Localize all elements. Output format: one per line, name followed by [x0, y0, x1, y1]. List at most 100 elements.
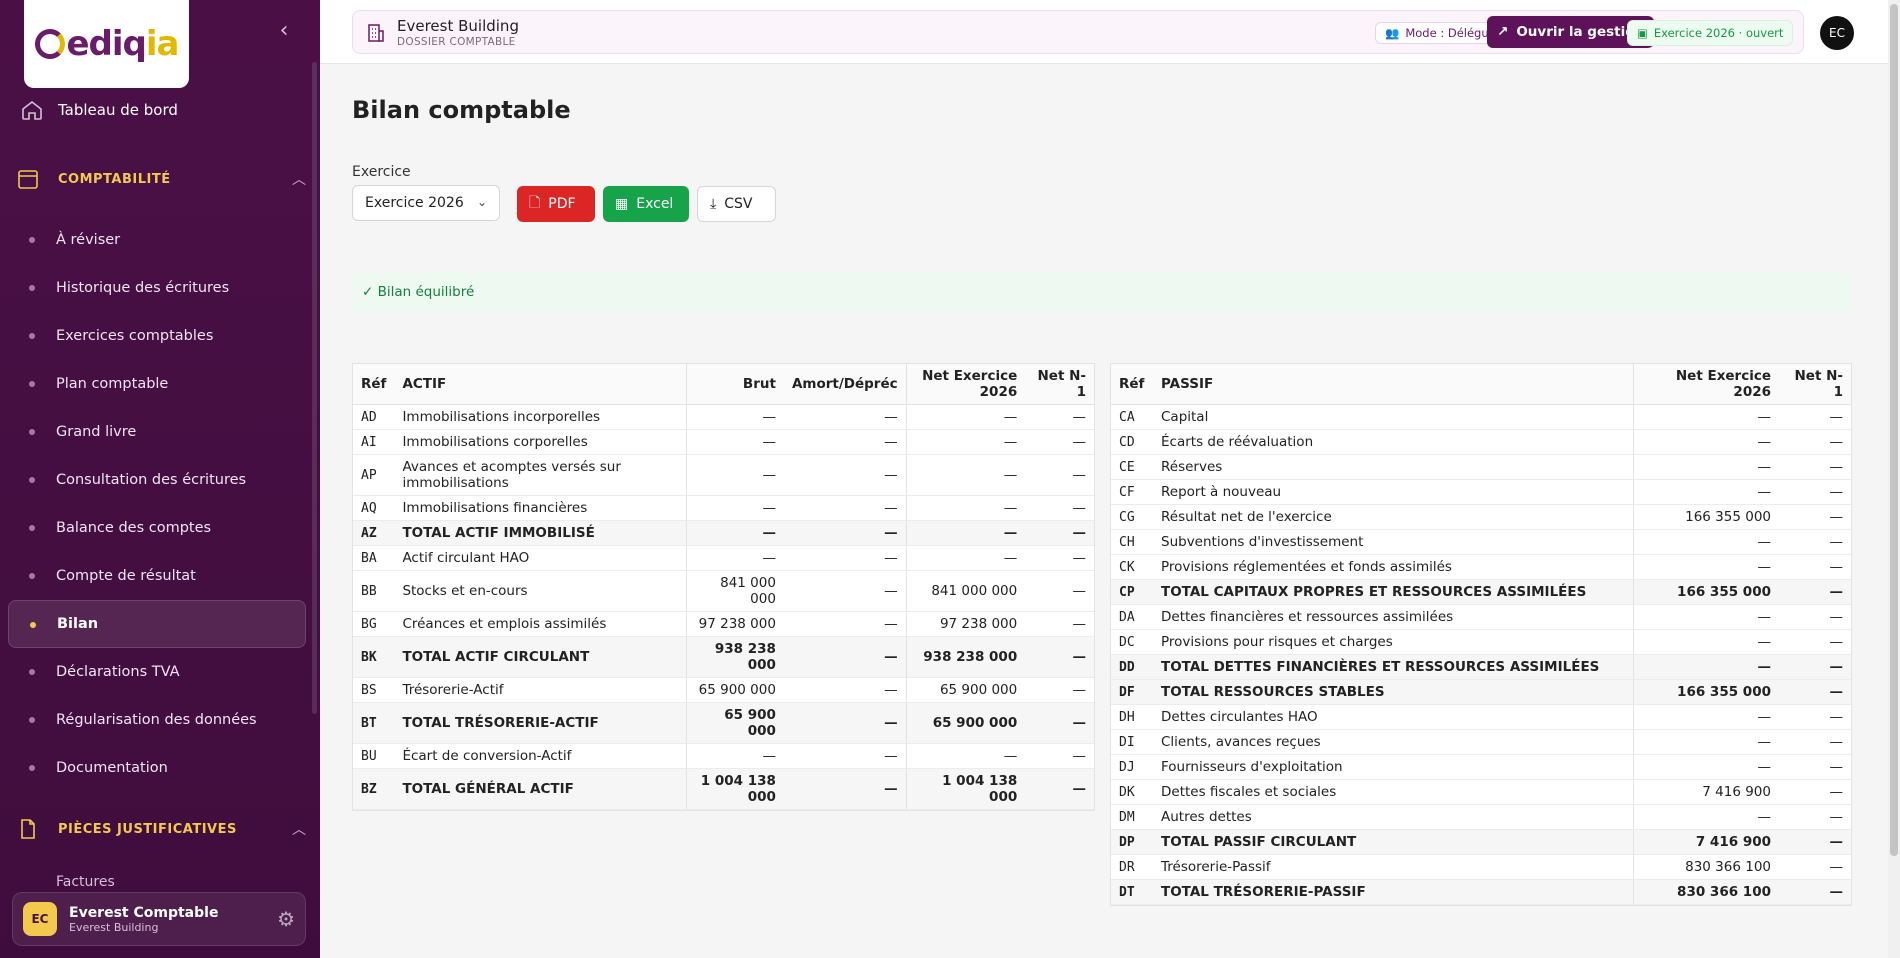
sidebar-item-label: À réviser	[56, 232, 121, 248]
table-row[interactable]: BT TOTAL TRÉSORERIE-ACTIF 65 900 000—65 90…	[353, 702, 1094, 744]
cell-label: Créances et emplois assimilés	[394, 611, 687, 637]
table-row[interactable]: DF TOTAL RESSOURCES STABLES 166 355 000—	[1111, 679, 1851, 705]
table-row[interactable]: BS Trésorerie-Actif 65 900 000—65 900 000—	[353, 677, 1094, 703]
cell-brut: —	[685, 545, 784, 571]
cell-amort: —	[783, 611, 907, 637]
table-row[interactable]: DR Trésorerie-Passif 830 366 100—	[1111, 854, 1851, 880]
avatar[interactable]: EC	[1820, 16, 1854, 50]
table-row[interactable]: CG Résultat net de l'exercice 166 355 000—	[1111, 504, 1851, 530]
table-row[interactable]: CA Capital — —	[1111, 404, 1851, 430]
cell-n1: —	[1025, 743, 1094, 769]
collapse-sidebar-button[interactable]: ‹	[272, 20, 296, 44]
table-row[interactable]: DA Dettes financières et ressources assim…	[1111, 604, 1851, 630]
company-name: Everest Building	[397, 17, 519, 35]
table-row[interactable]: AZ TOTAL ACTIF IMMOBILISÉ — — — —	[353, 520, 1094, 546]
cell-net: —	[905, 545, 1026, 571]
sidebar-item[interactable]: Régularisation des données	[8, 696, 306, 744]
table-row[interactable]: AI Immobilisations corporelles — — — —	[353, 429, 1094, 455]
column-header: Amort/Dépréc	[783, 364, 907, 405]
sidebar-item[interactable]: Bilan	[8, 600, 306, 648]
cell-net: —	[905, 743, 1026, 769]
sidebar-item-dashboard[interactable]: Tableau de bord	[20, 96, 300, 124]
table-row[interactable]: BB Stocks et en-cours 841 000 000—841 000 …	[353, 570, 1094, 612]
table-row[interactable]: CK Provisions réglementées et fonds assim…	[1111, 554, 1851, 580]
cell-ref: AZ	[353, 520, 395, 546]
table-row[interactable]: DT TOTAL TRÉSORERIE-PASSIF 830 366 100—	[1111, 879, 1851, 905]
cell-amort: —	[783, 545, 907, 571]
sidebar-item[interactable]: Documentation	[8, 744, 306, 792]
cell-brut: 65 900 000	[685, 702, 784, 744]
column-header: Réf	[353, 364, 395, 405]
table-row[interactable]: CP TOTAL CAPITAUX PROPRES ET RESSOURCES A…	[1111, 579, 1851, 605]
exercise-select[interactable]: Exercice 2026 ⌄	[352, 185, 500, 221]
table-row[interactable]: BU Écart de conversion-Actif — — — —	[353, 743, 1094, 769]
section-comptabilite[interactable]: COMPTABILITÉ ︿	[16, 165, 306, 193]
user-card[interactable]: EC Everest Comptable Everest Building ⚙	[12, 892, 306, 946]
table-row[interactable]: DC Provisions pour risques et charges — —	[1111, 629, 1851, 655]
cell-label: TOTAL DETTES FINANCIÈRES ET RESSOURCES A…	[1153, 654, 1633, 680]
table-row[interactable]: CE Réserves — —	[1111, 454, 1851, 480]
table-row[interactable]: DM Autres dettes — —	[1111, 804, 1851, 830]
table-row[interactable]: DP TOTAL PASSIF CIRCULANT 7 416 900—	[1111, 829, 1851, 855]
cell-n1: —	[1779, 704, 1851, 730]
cell-ref: DD	[1111, 654, 1153, 680]
download-icon: ⤓	[710, 196, 717, 212]
table-row[interactable]: BK TOTAL ACTIF CIRCULANT 938 238 000—938 2…	[353, 636, 1094, 678]
export-csv-button[interactable]: ⤓ CSV	[697, 186, 776, 222]
sidebar-item[interactable]: À réviser	[8, 216, 306, 264]
cell-ref: BT	[353, 702, 395, 744]
sidebar-item[interactable]: Historique des écritures	[8, 264, 306, 312]
table-row[interactable]: BA Actif circulant HAO — — — —	[353, 545, 1094, 571]
sidebar-item-label: Bilan	[57, 616, 99, 632]
export-excel-button[interactable]: ▦ Excel	[603, 186, 689, 222]
page-scrollbar[interactable]	[1888, 0, 1900, 958]
export-pdf-button[interactable]: 🗋 PDF	[517, 186, 595, 222]
table-row[interactable]: AP Avances et acomptes versés sur immobil…	[353, 454, 1094, 496]
cell-label: TOTAL RESSOURCES STABLES	[1153, 679, 1633, 705]
sidebar-item[interactable]: Balance des comptes	[8, 504, 306, 552]
sidebar-item[interactable]: Consultation des écritures	[8, 456, 306, 504]
cell-net: —	[905, 495, 1026, 521]
cell-label: Report à nouveau	[1153, 479, 1633, 505]
table-row[interactable]: DI Clients, avances reçues — —	[1111, 729, 1851, 755]
table-row[interactable]: CF Report à nouveau — —	[1111, 479, 1851, 505]
table-row[interactable]: DD TOTAL DETTES FINANCIÈRES ET RESSOURCES…	[1111, 654, 1851, 680]
table-row[interactable]: CD Écarts de réévaluation — —	[1111, 429, 1851, 455]
cell-label: Avances et acomptes versés sur immobilis…	[394, 454, 687, 496]
cell-brut: —	[685, 520, 784, 546]
table-row[interactable]: BZ TOTAL GÉNÉRAL ACTIF 1 004 138 000—1 004…	[353, 768, 1094, 810]
cell-net: 1 004 138 000	[905, 768, 1026, 810]
section-pieces-justificatives[interactable]: PIÈCES JUSTIFICATIVES ︿	[16, 815, 306, 843]
sidebar-scrollbar[interactable]	[312, 62, 317, 714]
table-row[interactable]: BG Créances et emplois assimilés 97 238 00…	[353, 611, 1094, 637]
cell-ref: BG	[353, 611, 395, 637]
cell-net: —	[1632, 654, 1779, 680]
file-icon: 🗋	[529, 195, 541, 211]
avatar: EC	[23, 902, 57, 936]
cell-ref: DA	[1111, 604, 1153, 630]
cell-n1: —	[1779, 854, 1851, 880]
cell-net: —	[905, 454, 1026, 496]
sidebar-item[interactable]: Déclarations TVA	[8, 648, 306, 696]
cell-n1: —	[1779, 479, 1851, 505]
cell-brut: 65 900 000	[685, 677, 784, 703]
cell-net: —	[1632, 604, 1779, 630]
cell-n1: —	[1025, 768, 1094, 810]
actif-table-container: Réf ACTIF Brut Amort/Dépréc Net Exercice 202…	[352, 363, 1095, 811]
home-icon	[22, 100, 42, 120]
table-row[interactable]: AD Immobilisations incorporelles — — — —	[353, 404, 1094, 430]
table-row[interactable]: DK Dettes fiscales et sociales 7 416 900—	[1111, 779, 1851, 805]
gear-icon[interactable]: ⚙	[277, 907, 295, 931]
logo[interactable]: ediqia	[24, 0, 189, 88]
sidebar-item[interactable]: Compte de résultat	[8, 552, 306, 600]
table-row[interactable]: DJ Fournisseurs d'exploitation — —	[1111, 754, 1851, 780]
table-row[interactable]: CH Subventions d'investissement — —	[1111, 529, 1851, 555]
sidebar-item-factures[interactable]: Factures	[56, 874, 115, 886]
sidebar-item[interactable]: Grand livre	[8, 408, 306, 456]
sidebar-item-label: Balance des comptes	[56, 520, 212, 536]
table-row[interactable]: DH Dettes circulantes HAO — —	[1111, 704, 1851, 730]
sidebar-item[interactable]: Plan comptable	[8, 360, 306, 408]
table-row[interactable]: AQ Immobilisations financières — — — —	[353, 495, 1094, 521]
comptabilite-menu: À réviser Historique des écritures Exercic…	[8, 216, 306, 792]
sidebar-item[interactable]: Exercices comptables	[8, 312, 306, 360]
